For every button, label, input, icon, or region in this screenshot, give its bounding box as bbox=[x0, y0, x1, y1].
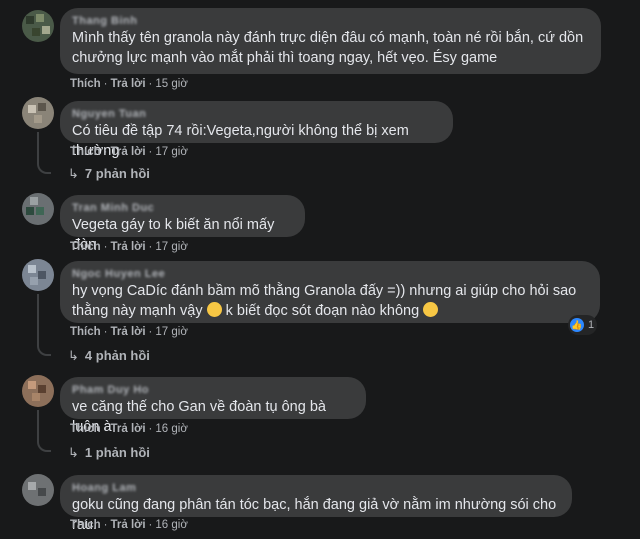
smile-emoji-icon bbox=[423, 302, 439, 317]
comment-bubble: Pham Duy Ho ve căng thế cho Gan về đoàn … bbox=[60, 377, 366, 435]
thread-elbow bbox=[37, 158, 51, 174]
view-replies-link[interactable]: ↳ 7 phản hồi bbox=[68, 166, 150, 182]
comment-actions: Thích · Trả lời · 16 giờ bbox=[70, 519, 188, 531]
comment-author[interactable]: Hoang Lam bbox=[72, 482, 560, 495]
reply-link[interactable]: Trả lời bbox=[111, 423, 146, 435]
reply-arrow-icon: ↳ bbox=[68, 445, 79, 460]
comment-time[interactable]: 15 giờ bbox=[155, 78, 187, 90]
reaction-badge[interactable]: 👍 1 bbox=[568, 315, 598, 335]
avatar[interactable] bbox=[22, 474, 54, 506]
reply-link[interactable]: Trả lời bbox=[111, 78, 146, 90]
comment-bubble: Thang Binh Mình thấy tên granola này đán… bbox=[60, 8, 601, 74]
thread-line bbox=[37, 132, 39, 160]
like-icon: 👍 bbox=[570, 318, 584, 332]
reply-link[interactable]: Trả lời bbox=[111, 241, 146, 253]
thread-line bbox=[37, 294, 39, 340]
comment-author[interactable]: Tran Minh Duc bbox=[72, 202, 293, 215]
comment-author[interactable]: Thang Binh bbox=[72, 15, 589, 28]
comment-author[interactable]: Ngoc Huyen Lee bbox=[72, 268, 588, 281]
like-link[interactable]: Thích bbox=[70, 326, 101, 338]
like-link[interactable]: Thích bbox=[70, 519, 101, 531]
comment-time[interactable]: 17 giờ bbox=[155, 241, 187, 253]
comment-actions: Thích · Trả lời · 17 giờ bbox=[70, 241, 188, 253]
avatar[interactable] bbox=[22, 10, 54, 42]
comment-author[interactable]: Nguyen Tuan bbox=[72, 108, 441, 121]
replies-count: 4 phản hồi bbox=[84, 348, 150, 363]
like-link[interactable]: Thích bbox=[70, 146, 101, 158]
avatar[interactable] bbox=[22, 259, 54, 291]
comment-actions: Thích · Trả lời · 17 giờ bbox=[70, 146, 188, 158]
reply-link[interactable]: Trả lời bbox=[111, 519, 146, 531]
comment-actions: Thích · Trả lời · 17 giờ bbox=[70, 326, 188, 338]
comment-actions: Thích · Trả lời · 15 giờ bbox=[70, 78, 188, 90]
comment-actions: Thích · Trả lời · 16 giờ bbox=[70, 423, 188, 435]
avatar[interactable] bbox=[22, 97, 54, 129]
like-link[interactable]: Thích bbox=[70, 78, 101, 90]
reply-arrow-icon: ↳ bbox=[68, 348, 79, 363]
thread-elbow bbox=[37, 434, 51, 452]
comment-author[interactable]: Pham Duy Ho bbox=[72, 384, 354, 397]
comment-time[interactable]: 17 giờ bbox=[155, 146, 187, 158]
comment-text: hy vọng CaDíc đánh bầm mõ thằng Granola … bbox=[72, 281, 588, 321]
reply-link[interactable]: Trả lời bbox=[111, 146, 146, 158]
smile-emoji-icon bbox=[206, 302, 222, 317]
avatar[interactable] bbox=[22, 193, 54, 225]
comment-bubble: Nguyen Tuan Có tiêu đề tập 74 rồi:Vegeta… bbox=[60, 101, 453, 159]
replies-count: 7 phản hồi bbox=[84, 166, 150, 181]
view-replies-link[interactable]: ↳ 4 phản hồi bbox=[68, 348, 150, 364]
thread-elbow bbox=[37, 338, 51, 356]
reaction-count: 1 bbox=[588, 319, 595, 331]
thread-line bbox=[37, 410, 39, 436]
comment-text-part: k biết đọc sót đoạn nào không bbox=[221, 303, 424, 319]
reply-link[interactable]: Trả lời bbox=[111, 326, 146, 338]
comment-bubble: Hoang Lam goku cũng đang phân tán tóc bạ… bbox=[60, 475, 572, 533]
replies-count: 1 phản hồi bbox=[84, 445, 150, 460]
like-link[interactable]: Thích bbox=[70, 241, 101, 253]
comment-bubble: Ngoc Huyen Lee hy vọng CaDíc đánh bầm mõ… bbox=[60, 261, 600, 323]
comment-bubble: Tran Minh Duc Vegeta gáy to k biết ăn nổ… bbox=[60, 195, 305, 253]
comment-text: Mình thấy tên granola này đánh trực diện… bbox=[72, 30, 584, 66]
comment-time[interactable]: 16 giờ bbox=[155, 519, 187, 531]
comment-time[interactable]: 17 giờ bbox=[155, 326, 187, 338]
view-replies-link[interactable]: ↳ 1 phản hồi bbox=[68, 445, 150, 461]
avatar[interactable] bbox=[22, 375, 54, 407]
comment-time[interactable]: 16 giờ bbox=[155, 423, 187, 435]
reply-arrow-icon: ↳ bbox=[68, 166, 79, 181]
like-link[interactable]: Thích bbox=[70, 423, 101, 435]
